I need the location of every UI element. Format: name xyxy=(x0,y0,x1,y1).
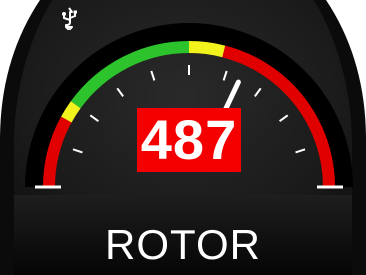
usb-icon xyxy=(58,6,80,30)
gauge-panel: 487 ROTOR xyxy=(0,0,366,275)
gauge-label: ROTOR xyxy=(105,221,261,268)
rotor-gauge-screen: 487 ROTOR xyxy=(0,0,366,275)
gauge-value: 487 xyxy=(140,108,238,171)
value-readout: 487 xyxy=(137,108,241,172)
gauge-band-3 xyxy=(188,41,226,58)
gauge-band-1 xyxy=(61,101,81,123)
